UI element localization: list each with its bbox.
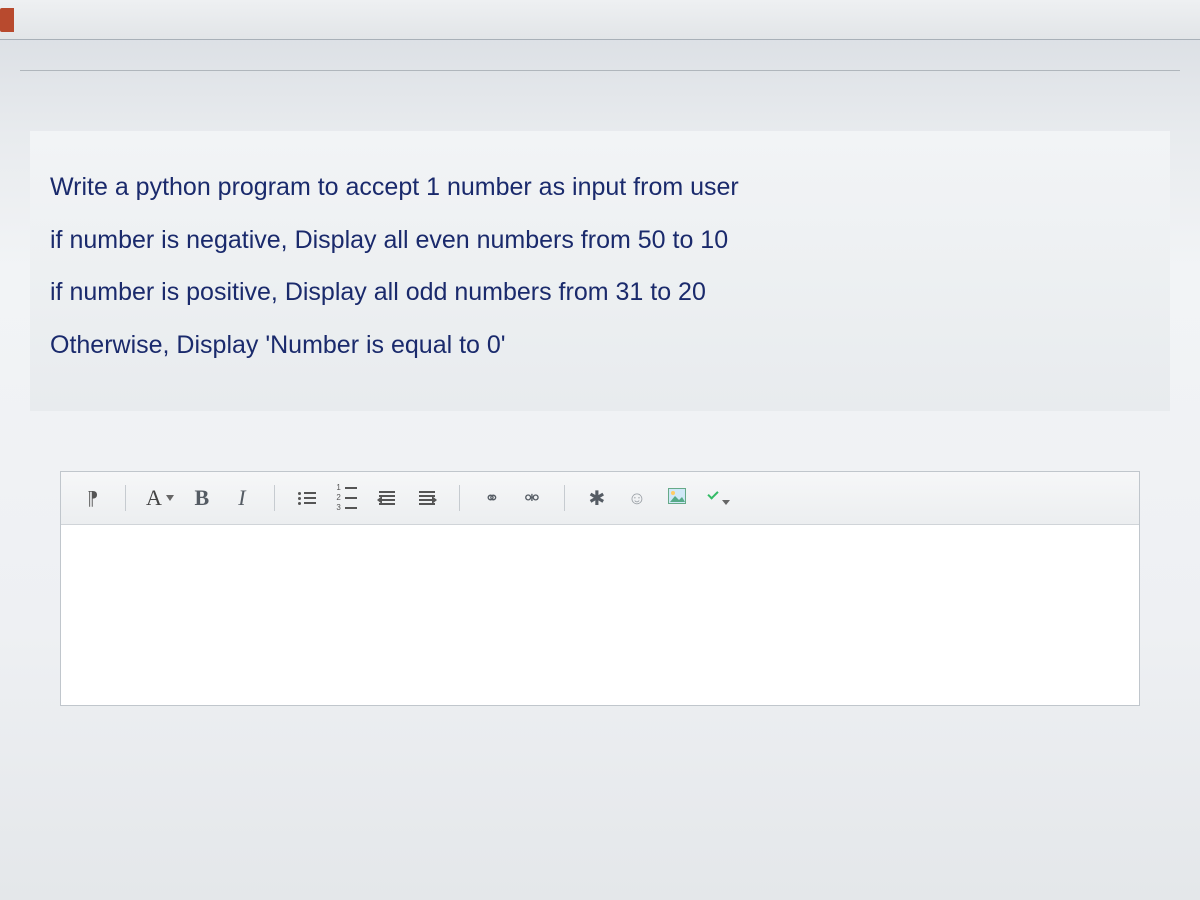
question-line: if number is positive, Display all odd n…	[50, 266, 1150, 319]
check-dropdown-icon	[706, 489, 728, 507]
editor-textarea[interactable]	[61, 525, 1139, 705]
italic-button[interactable]: I	[224, 482, 260, 514]
question-prompt: Write a python program to accept 1 numbe…	[30, 131, 1170, 411]
toolbar-separator	[564, 485, 565, 511]
question-line: Write a python program to accept 1 numbe…	[50, 161, 1150, 214]
paragraph-icon: ¶	[88, 487, 97, 510]
rich-text-editor: ¶ A B I 1 2 3	[60, 471, 1140, 706]
toolbar-separator	[125, 485, 126, 511]
font-a-icon: A	[146, 485, 162, 511]
image-icon	[668, 487, 686, 510]
outdent-button[interactable]	[369, 482, 405, 514]
font-color-button[interactable]: A	[140, 482, 180, 514]
insert-image-button[interactable]	[659, 482, 695, 514]
more-tools-button[interactable]	[699, 482, 735, 514]
bold-button[interactable]: B	[184, 482, 220, 514]
toolbar-separator	[459, 485, 460, 511]
editor-toolbar: ¶ A B I 1 2 3	[61, 472, 1139, 525]
emoji-button[interactable]: ☺	[619, 482, 655, 514]
mashup-button[interactable]: ✱	[579, 482, 615, 514]
chevron-down-icon	[166, 495, 174, 501]
question-line: if number is negative, Display all even …	[50, 214, 1150, 267]
paragraph-format-button[interactable]: ¶	[75, 482, 111, 514]
bullet-list-icon	[298, 490, 316, 507]
indent-button[interactable]	[409, 482, 445, 514]
unordered-list-button[interactable]	[289, 482, 325, 514]
outdent-icon	[379, 491, 395, 505]
indent-icon	[419, 491, 435, 505]
toolbar-separator	[274, 485, 275, 511]
active-tab-indicator	[0, 8, 14, 32]
question-line: Otherwise, Display 'Number is equal to 0…	[50, 319, 1150, 372]
insert-link-button[interactable]: ⚭	[474, 482, 510, 514]
numbered-list-icon: 1 2 3	[336, 482, 357, 514]
window-topbar	[0, 0, 1200, 40]
header-divider	[20, 70, 1180, 71]
ordered-list-button[interactable]: 1 2 3	[329, 482, 365, 514]
remove-link-button[interactable]: ⚮	[514, 482, 550, 514]
